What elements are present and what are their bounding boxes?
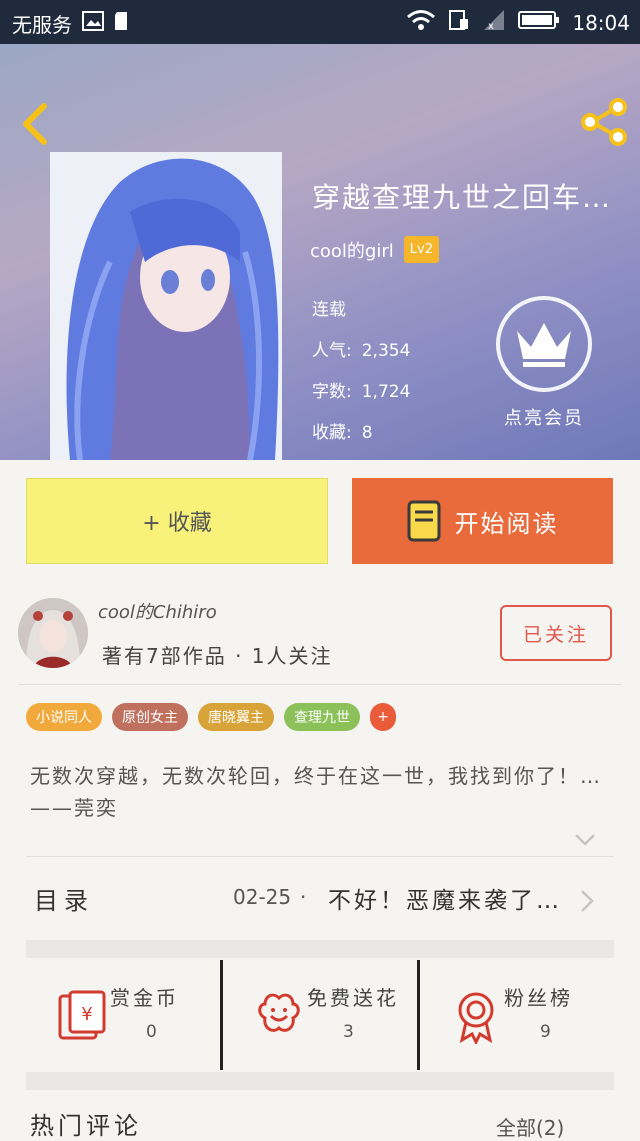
- tag[interactable]: 查理九世: [284, 703, 360, 731]
- start-reading-label: 开始阅读: [454, 509, 559, 538]
- author-row[interactable]: cool的girl Lv2: [310, 236, 439, 263]
- medal-icon: [450, 988, 502, 1046]
- svg-text:¥: ¥: [81, 1004, 92, 1025]
- book-icon: [407, 500, 440, 542]
- send-flower-button[interactable]: 免费送花 3: [220, 960, 417, 1070]
- avatar-image: [18, 598, 88, 668]
- book-title: 穿越查理九世之回车…: [312, 181, 613, 214]
- coin-reward-button[interactable]: ¥ 赏金币 0: [26, 960, 220, 1070]
- battery-icon: [518, 10, 560, 35]
- favorites-row: 收藏: 8: [312, 413, 410, 454]
- chevron-down-icon: [575, 834, 595, 846]
- start-reading-button[interactable]: 开始阅读: [352, 478, 613, 564]
- reward-title: 赏金币: [110, 986, 179, 1010]
- follow-button[interactable]: 已关注: [500, 605, 612, 661]
- image-icon: [82, 11, 104, 36]
- clock: 18:04: [572, 10, 630, 35]
- author-name: cool的girl: [310, 240, 394, 262]
- chevron-left-icon: [23, 103, 47, 145]
- toc-label: 目录: [34, 887, 94, 915]
- wifi-icon: [406, 9, 436, 36]
- stat-value: 2,354: [361, 341, 411, 361]
- share-button[interactable]: [578, 96, 630, 148]
- expand-button[interactable]: [574, 832, 596, 846]
- all-comments-link[interactable]: 全部(2): [496, 1112, 564, 1141]
- wordcount-row: 字数: 1,724: [312, 372, 410, 413]
- reward-count: 0: [146, 1022, 157, 1042]
- level-badge: Lv2: [403, 236, 439, 263]
- stat-label: 人气:: [312, 341, 352, 361]
- collect-button[interactable]: + 收藏: [26, 478, 328, 564]
- crown-icon: [517, 323, 571, 367]
- writer-name: cool的Chihiro: [98, 602, 217, 623]
- section-divider: [26, 940, 614, 958]
- stat-value: 1,724: [361, 382, 411, 402]
- stat-label: 字数:: [312, 382, 352, 402]
- reward-bar: ¥ 赏金币 0 免费送花 3 粉丝榜 9: [26, 960, 614, 1070]
- hot-comments-title: 热门评论: [30, 1112, 142, 1140]
- reward-count: 3: [343, 1022, 354, 1042]
- tag[interactable]: 唐晓翼主: [198, 703, 274, 731]
- book-cover[interactable]: [50, 152, 282, 460]
- red-envelope-icon: ¥: [56, 988, 108, 1044]
- share-icon: [581, 98, 627, 146]
- tag[interactable]: 原创女主: [112, 703, 188, 731]
- svg-text:x: x: [488, 21, 494, 31]
- writer-info: 著有7部作品 · 1人关注: [102, 644, 333, 668]
- avatar[interactable]: [18, 598, 88, 668]
- separator: ·: [300, 885, 307, 909]
- add-tag-button[interactable]: +: [370, 703, 396, 731]
- synopsis: 无数次穿越，无数次轮回，终于在这一世，我找到你了！…——莞奕: [30, 764, 602, 820]
- vip-button[interactable]: 点亮会员: [494, 296, 594, 430]
- signal-icon: x: [482, 9, 506, 36]
- reward-title: 粉丝榜: [504, 986, 573, 1010]
- popularity-row: 人气: 2,354: [312, 331, 410, 372]
- back-button[interactable]: [16, 100, 56, 148]
- section-divider: [26, 1072, 614, 1090]
- reward-title: 免费送花: [307, 986, 399, 1010]
- divider: [18, 684, 622, 685]
- tag[interactable]: 小说同人: [26, 703, 102, 731]
- vip-label: 点亮会员: [504, 408, 584, 429]
- tag-list: 小说同人 原创女主 唐晓翼主 查理九世 +: [26, 703, 396, 731]
- serial-status: 连载: [312, 300, 346, 320]
- carrier-label: 无服务: [12, 13, 72, 37]
- data-transfer-icon: [448, 9, 470, 36]
- chevron-right-icon: [579, 889, 595, 913]
- latest-chapter-date: 02-25: [233, 885, 292, 909]
- sdcard-icon: [114, 11, 130, 36]
- flower-icon: [253, 988, 305, 1044]
- stat-label: 收藏:: [312, 423, 352, 443]
- latest-chapter-title: 不好！恶魔来袭了…: [328, 888, 562, 914]
- stat-value: 8: [361, 423, 373, 443]
- reward-count: 9: [540, 1022, 551, 1042]
- cover-illustration: [50, 152, 282, 460]
- crown-badge: [496, 296, 592, 392]
- book-meta: 连载 人气: 2,354 字数: 1,724 收藏: 8: [312, 290, 410, 454]
- fan-ranking-button[interactable]: 粉丝榜 9: [417, 960, 614, 1070]
- book-header: 穿越查理九世之回车… cool的girl Lv2 连载 人气: 2,354 字数:…: [0, 44, 640, 460]
- status-bar: 无服务 x 18:04: [0, 0, 640, 44]
- table-of-contents-row[interactable]: 目录 02-25 · 不好！恶魔来袭了…: [26, 856, 614, 939]
